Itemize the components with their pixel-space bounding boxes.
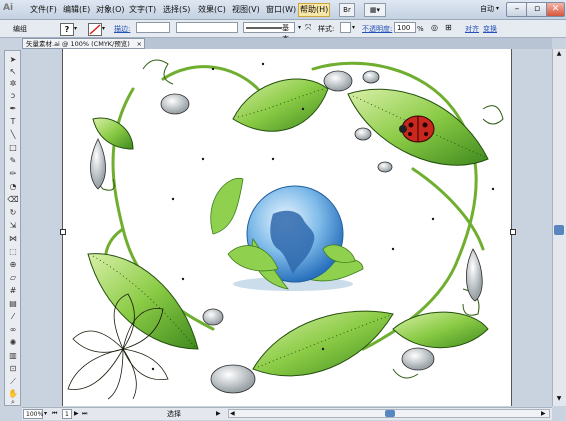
- column-graph-tool-icon[interactable]: ▥: [7, 351, 19, 361]
- recolor-artwork-icon[interactable]: ◎: [431, 23, 438, 32]
- tools-panel: ➤ ↖ ✲ ↄ ✒ T ╲ □ ✎ ✏ ◔ ⌫ ↻ ⇲ ⋈ ⬚ ⊕ ▱ # ▤ …: [4, 50, 21, 406]
- symbol-sprayer-tool-icon[interactable]: ✺: [7, 338, 19, 348]
- eyedropper-tool-icon[interactable]: ⁄: [7, 312, 19, 322]
- globe-illustration: [210, 177, 364, 291]
- scroll-down-icon[interactable]: ▼: [554, 395, 564, 404]
- opacity-link[interactable]: 不透明度:: [362, 24, 392, 34]
- chevron-down-icon[interactable]: ▾: [44, 410, 47, 417]
- current-tool-status: 选择: [167, 410, 181, 418]
- minimize-button[interactable]: –: [506, 2, 528, 17]
- vertical-scrollbar[interactable]: ▲ ▼: [552, 49, 566, 406]
- vertical-scroll-thumb[interactable]: [554, 225, 564, 235]
- arrange-documents-icon[interactable]: ▦▾: [364, 3, 386, 17]
- chevron-down-icon[interactable]: ▾: [352, 24, 355, 31]
- document-tab-label: 矢量素材.ai @ 100% (CMYK/预览): [26, 40, 130, 48]
- blend-tool-icon[interactable]: ∞: [7, 325, 19, 335]
- opacity-field[interactable]: 100: [394, 22, 416, 33]
- variable-width-profile[interactable]: [176, 22, 238, 33]
- first-artboard-icon[interactable]: ⏮: [52, 410, 57, 418]
- chevron-down-icon[interactable]: ▾: [298, 24, 301, 31]
- scroll-left-icon[interactable]: ◀: [230, 410, 235, 417]
- artboard-tool-icon[interactable]: ⊡: [7, 364, 19, 374]
- artboard-number-field[interactable]: 1: [62, 409, 72, 419]
- canvas-area[interactable]: [22, 49, 552, 406]
- menu-window[interactable]: 窗口(W): [266, 4, 296, 16]
- rotate-tool-icon[interactable]: ↻: [7, 208, 19, 218]
- next-artboard-icon[interactable]: ▶: [74, 410, 79, 417]
- horizontal-scrollbar[interactable]: ◀ ▶: [228, 409, 550, 418]
- menu-object[interactable]: 对象(O): [96, 4, 125, 16]
- line-tool-icon[interactable]: ╲: [7, 130, 19, 140]
- artboard[interactable]: [62, 49, 512, 406]
- blob-brush-tool-icon[interactable]: ◔: [7, 182, 19, 192]
- brush-stroke-icon: [246, 27, 282, 29]
- bridge-icon[interactable]: Br: [339, 3, 355, 17]
- document-tab[interactable]: 矢量素材.ai @ 100% (CMYK/预览) ×: [22, 38, 145, 49]
- type-tool-icon[interactable]: T: [7, 117, 19, 127]
- transform-link[interactable]: 变换: [483, 24, 497, 34]
- control-bar: 编组 ? ▾ ▾ 描边: 基本 ▾ ⤧ 样式: ▾ 不透明度: 100 % ◎ …: [0, 20, 566, 43]
- close-window-button[interactable]: ✕: [546, 2, 565, 17]
- shape-builder-tool-icon[interactable]: ⊕: [7, 260, 19, 270]
- style-label: 样式:: [318, 25, 335, 33]
- restore-button[interactable]: ▫: [526, 2, 548, 17]
- chevron-down-icon[interactable]: ▾: [74, 25, 77, 32]
- selection-tool-icon[interactable]: ➤: [7, 55, 19, 65]
- gradient-tool-icon[interactable]: ▤: [7, 299, 19, 309]
- paintbrush-tool-icon[interactable]: ✎: [7, 156, 19, 166]
- artwork-leaf-globe[interactable]: [63, 49, 513, 406]
- graphic-style-swatch[interactable]: [340, 22, 351, 33]
- isolate-group-icon[interactable]: ⊞: [445, 23, 452, 32]
- scroll-up-icon[interactable]: ▲: [554, 50, 564, 59]
- opacity-value: 100: [397, 24, 411, 32]
- chevron-down-icon[interactable]: ▾: [102, 25, 105, 32]
- no-stroke-icon: [89, 24, 101, 35]
- menu-file[interactable]: 文件(F): [30, 4, 57, 16]
- status-menu-icon[interactable]: ▶: [216, 410, 221, 417]
- selection-type-label: 编组: [13, 25, 27, 33]
- leaf-bottom-right: [392, 311, 489, 349]
- mesh-tool-icon[interactable]: #: [7, 286, 19, 296]
- free-transform-tool-icon[interactable]: ⬚: [7, 247, 19, 257]
- leaf-top: [232, 78, 329, 132]
- zoom-field[interactable]: 100%: [23, 409, 43, 419]
- chevron-down-icon[interactable]: ▾: [496, 5, 499, 12]
- menu-type[interactable]: 文字(T): [129, 4, 156, 16]
- scale-tool-icon[interactable]: ⇲: [7, 221, 19, 231]
- direct-selection-tool-icon[interactable]: ↖: [7, 67, 19, 77]
- transform-icon[interactable]: ⤧: [305, 23, 311, 33]
- align-link[interactable]: 对齐: [465, 24, 479, 34]
- close-tab-icon[interactable]: ×: [137, 39, 142, 49]
- artboard-handle-left[interactable]: [60, 229, 66, 235]
- perspective-grid-tool-icon[interactable]: ▱: [7, 273, 19, 283]
- pen-tool-icon[interactable]: ✒: [7, 104, 19, 114]
- rectangle-tool-icon[interactable]: □: [7, 143, 19, 153]
- width-tool-icon[interactable]: ⋈: [7, 234, 19, 244]
- opacity-unit: %: [417, 25, 424, 33]
- fill-swatch[interactable]: ?: [60, 23, 74, 36]
- slice-tool-icon[interactable]: ⟋: [7, 377, 19, 387]
- menu-effect[interactable]: 效果(C): [198, 4, 226, 16]
- scroll-right-icon[interactable]: ▶: [541, 410, 546, 417]
- zoom-tool-icon[interactable]: ⌕: [7, 397, 19, 407]
- menu-select[interactable]: 选择(S): [163, 4, 190, 16]
- horizontal-scroll-thumb[interactable]: [385, 410, 395, 417]
- stroke-weight-field[interactable]: [136, 22, 170, 33]
- brush-definition-field[interactable]: 基本: [243, 22, 295, 43]
- menu-view[interactable]: 视图(V): [232, 4, 260, 16]
- artboard-handle-right[interactable]: [510, 229, 516, 235]
- last-artboard-icon[interactable]: ⏭: [82, 410, 87, 418]
- menu-help[interactable]: 帮助(H): [298, 3, 331, 17]
- magic-wand-tool-icon[interactable]: ✲: [7, 79, 19, 89]
- app-logo: Ai: [3, 3, 14, 13]
- pencil-tool-icon[interactable]: ✏: [7, 169, 19, 179]
- document-tab-bar: 矢量素材.ai @ 100% (CMYK/预览) ×: [22, 38, 552, 49]
- stroke-swatch[interactable]: [88, 23, 102, 36]
- workspace-switcher[interactable]: 自动: [480, 4, 494, 14]
- lasso-tool-icon[interactable]: ↄ: [7, 91, 19, 101]
- menu-bar: Ai 文件(F) 编辑(E) 对象(O) 文字(T) 选择(S) 效果(C) 视…: [0, 0, 566, 20]
- eraser-tool-icon[interactable]: ⌫: [7, 195, 19, 205]
- stroke-link[interactable]: 描边:: [114, 24, 130, 34]
- menu-edit[interactable]: 编辑(E): [63, 4, 90, 16]
